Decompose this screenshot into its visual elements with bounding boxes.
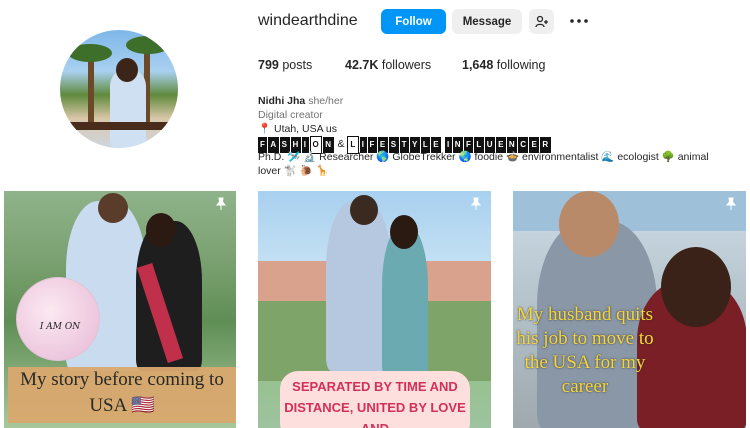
post-thumbnail-3[interactable]: My husband quits his job to move to the … <box>513 191 746 428</box>
following-label: following <box>496 58 546 72</box>
location-line: 📍 Utah, USA us <box>258 123 338 135</box>
pronouns: she/her <box>308 95 344 107</box>
pin-icon <box>215 197 227 210</box>
add-user-button[interactable] <box>529 9 554 34</box>
profile-username: windearthdine <box>258 12 358 29</box>
followers-stat[interactable]: 42.7K followers <box>345 58 431 72</box>
follow-button[interactable]: Follow <box>381 9 446 34</box>
profile-name: Nidhi Jha she/her <box>258 94 343 108</box>
tag-influencer: INFLUENCER <box>445 137 552 153</box>
bio-line-1: Ph.D. 🛩️ 🔬 Researcher 🌎 GlobeTrekker 🌏 f… <box>258 151 709 163</box>
more-options-button[interactable] <box>568 11 590 31</box>
pin-icon <box>725 197 737 210</box>
post-caption-1: My story before coming to USA 🇺🇸 <box>8 367 236 423</box>
category-label: Digital creator <box>258 109 323 121</box>
tag-fashion: FASHION <box>258 136 337 154</box>
balloon: I AM ON <box>16 277 100 361</box>
tag-lifestyle: LIFESTYLE <box>347 136 445 154</box>
posts-label: posts <box>282 58 313 72</box>
post-thumbnail-1[interactable]: I AM ON My story before coming to USA 🇺🇸 <box>4 191 236 428</box>
post-caption-3: My husband quits his job to move to the … <box>516 304 654 397</box>
post-thumbnail-2[interactable]: SEPARATED BY TIME AND DISTANCE, UNITED B… <box>258 191 491 428</box>
posts-stat: 799 posts <box>258 58 312 72</box>
followers-label: followers <box>381 58 432 72</box>
pin-icon <box>470 197 482 210</box>
tag-amp: & <box>337 138 345 150</box>
message-button[interactable]: Message <box>452 9 522 34</box>
following-stat[interactable]: 1,648 following <box>462 58 545 72</box>
bio-line-2: lover 🐩 🐌 🦒 <box>258 165 329 177</box>
post-caption-2: SEPARATED BY TIME AND DISTANCE, UNITED B… <box>280 371 470 428</box>
following-count: 1,648 <box>462 58 494 72</box>
followers-count: 42.7K <box>345 58 379 72</box>
full-name: Nidhi Jha <box>258 95 306 107</box>
balloon-text: I AM ON <box>39 322 81 332</box>
more-options-icon <box>570 19 588 23</box>
add-user-icon <box>534 15 548 27</box>
profile-avatar[interactable] <box>60 30 178 148</box>
posts-count: 799 <box>258 58 279 72</box>
